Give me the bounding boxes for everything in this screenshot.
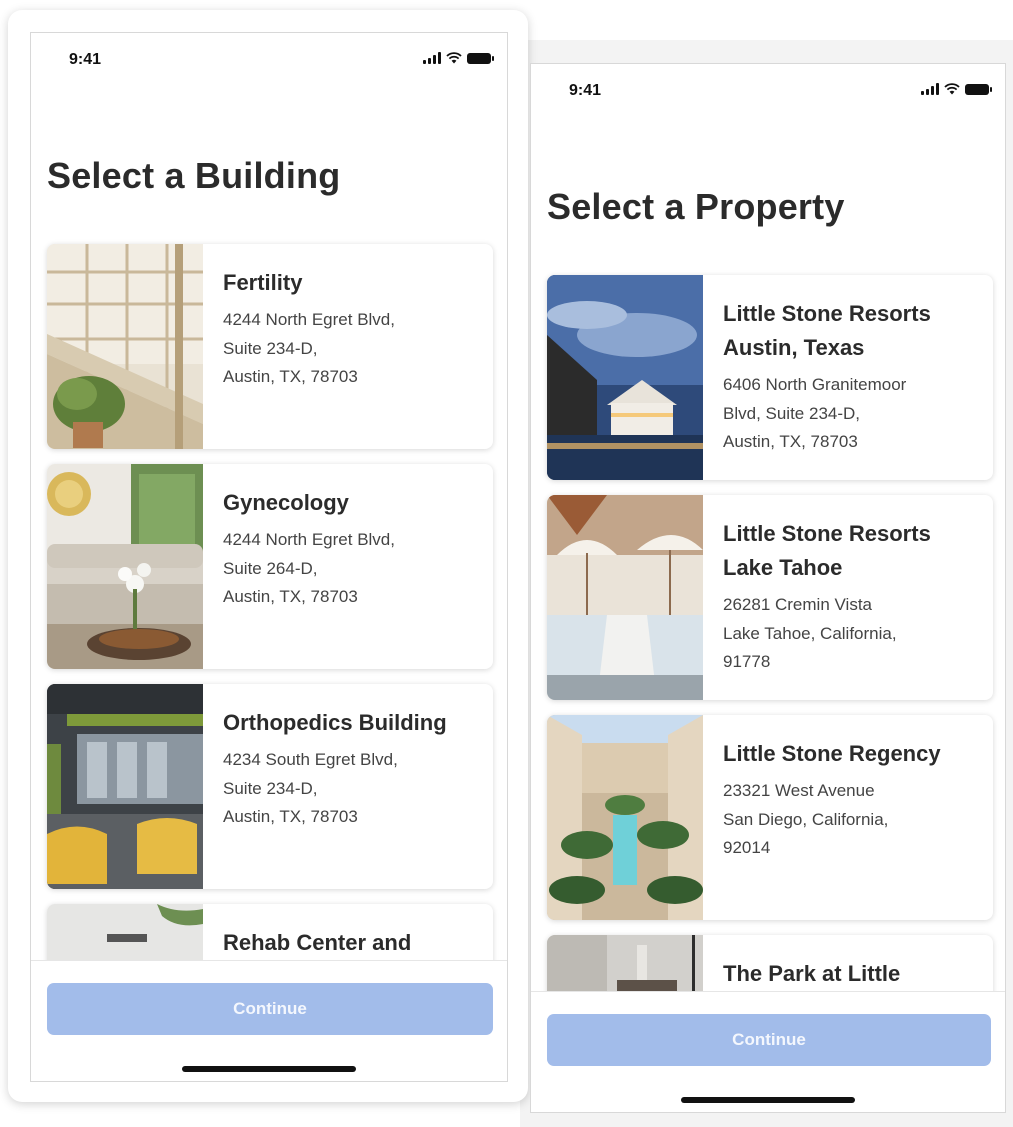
resort-pool-dusk-photo (547, 275, 703, 480)
property-name: Little Stone Resorts Lake Tahoe (723, 521, 931, 580)
status-icons (423, 52, 494, 64)
building-selection-screen: 9:41 Select a Building Fertility 4244 No… (30, 32, 508, 1082)
cellular-signal-icon (423, 52, 441, 64)
building-name: Gynecology (223, 490, 349, 515)
building-card-fertility[interactable]: Fertility 4244 North Egret Blvd, Suite 2… (47, 244, 493, 449)
page-title: Select a Building (47, 155, 341, 196)
cellular-signal-icon (921, 83, 939, 95)
building-address: 4244 North Egret Blvd, Suite 234-D, Aust… (223, 310, 395, 386)
property-name: The Park at Little (723, 961, 901, 986)
property-name: Little Stone Regency (723, 741, 941, 766)
status-time: 9:41 (69, 51, 102, 68)
home-indicator (681, 1097, 855, 1103)
property-address: 26281 Cremin Vista Lake Tahoe, Californi… (723, 595, 897, 671)
status-time: 9:41 (569, 82, 602, 99)
status-icons (921, 83, 992, 95)
resort-umbrellas-photo (547, 495, 703, 700)
lounge-sofa-photo (47, 464, 203, 669)
building-card-orthopedics[interactable]: Orthopedics Building 4234 South Egret Bl… (47, 684, 493, 889)
property-address: 6406 North Granitemoor Blvd, Suite 234-D… (723, 375, 907, 451)
bottom-action-bar: Continue (531, 991, 1005, 1112)
battery-icon (467, 53, 494, 64)
continue-button[interactable]: Continue (47, 983, 493, 1035)
property-card-regency[interactable]: Little Stone Regency 23321 West Avenue S… (547, 715, 993, 920)
wifi-icon (446, 52, 462, 64)
courtyard-palms-photo (547, 715, 703, 920)
battery-icon (965, 84, 992, 95)
status-bar: 9:41 (531, 64, 1005, 120)
continue-button[interactable]: Continue (547, 1014, 991, 1066)
building-name: Fertility (223, 270, 303, 295)
property-address: 23321 West Avenue San Diego, California,… (723, 781, 889, 857)
building-address: 4234 South Egret Blvd, Suite 234-D, Aust… (223, 750, 398, 826)
property-card-austin[interactable]: Little Stone Resorts Austin, Texas 6406 … (547, 275, 993, 480)
building-card-gynecology[interactable]: Gynecology 4244 North Egret Blvd, Suite … (47, 464, 493, 669)
property-name: Little Stone Resorts Austin, Texas (723, 301, 931, 360)
building-address: 4244 North Egret Blvd, Suite 264-D, Aust… (223, 530, 395, 606)
property-selection-screen: 9:41 Select a Property Little Stone Reso… (530, 63, 1006, 1113)
office-yellow-chairs-photo (47, 684, 203, 889)
building-name: Rehab Center and (223, 930, 412, 955)
status-bar: 9:41 (31, 33, 507, 89)
atrium-staircase-photo (47, 244, 203, 449)
property-card-lake-tahoe[interactable]: Little Stone Resorts Lake Tahoe 26281 Cr… (547, 495, 993, 700)
wifi-icon (944, 83, 960, 95)
home-indicator (182, 1066, 356, 1072)
building-name: Orthopedics Building (223, 710, 447, 735)
page-title: Select a Property (547, 186, 845, 227)
bottom-action-bar: Continue (31, 960, 507, 1081)
